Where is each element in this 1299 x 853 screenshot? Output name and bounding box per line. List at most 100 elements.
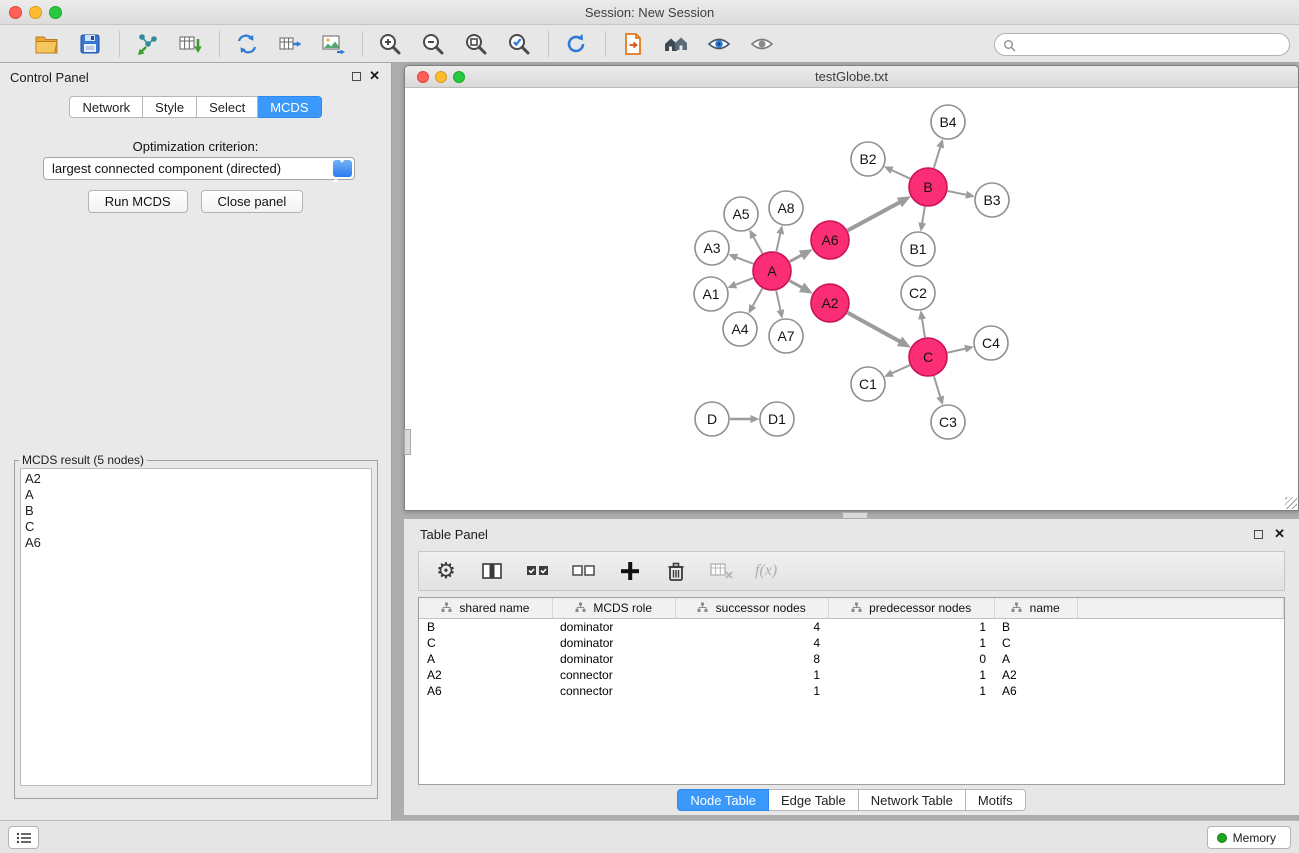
cell-successor-nodes[interactable]: 1 (675, 683, 828, 699)
export-image-button[interactable] (316, 28, 350, 60)
graph-node-C3[interactable]: C3 (931, 405, 965, 439)
run-mcds-button[interactable]: Run MCDS (88, 190, 188, 213)
table-row[interactable]: C dominator 4 1 C (419, 635, 1284, 651)
graph-edge-C-C2[interactable] (922, 319, 925, 338)
network-window-titlebar[interactable]: testGlobe.txt (405, 66, 1298, 88)
graph-edge-A-A3[interactable] (736, 257, 753, 264)
mcds-result-item[interactable]: A2 (21, 471, 371, 487)
zoom-out-button[interactable] (416, 28, 450, 60)
cell-shared-name[interactable]: A (419, 651, 552, 667)
cell-predecessor-nodes[interactable]: 1 (828, 683, 994, 699)
cell-successor-nodes[interactable]: 8 (675, 651, 828, 667)
export-table-button[interactable] (273, 28, 307, 60)
graph-node-A8[interactable]: A8 (769, 191, 803, 225)
close-panel-icon[interactable]: ✕ (1274, 526, 1285, 542)
deselect-all-button[interactable] (571, 558, 597, 584)
graph-node-D1[interactable]: D1 (760, 402, 794, 436)
graph-edge-A-A2[interactable] (790, 281, 802, 288)
criterion-dropdown[interactable]: largest connected component (directed) (43, 157, 355, 180)
save-session-button[interactable] (73, 28, 107, 60)
graph-edge-A-A4[interactable] (753, 289, 763, 307)
cell-name[interactable]: A (994, 651, 1077, 667)
table-row[interactable]: B dominator 4 1 B (419, 618, 1284, 635)
graph-edge-C-C4[interactable] (948, 349, 966, 353)
graph-edge-A2-C[interactable] (848, 313, 900, 342)
table-row[interactable]: A2 connector 1 1 A2 (419, 667, 1284, 683)
select-all-button[interactable] (525, 558, 551, 584)
splitter-handle[interactable] (842, 512, 868, 519)
graph-node-B1[interactable]: B1 (901, 232, 935, 266)
table-settings-button[interactable]: ⚙ (433, 558, 459, 584)
graph-node-D[interactable]: D (695, 402, 729, 436)
search-input[interactable] (1019, 35, 1281, 54)
delete-column-button[interactable] (663, 558, 689, 584)
graph-edge-A-A5[interactable] (753, 237, 762, 254)
cell-name[interactable]: B (994, 618, 1077, 635)
cell-successor-nodes[interactable]: 4 (675, 618, 828, 635)
tab-network-table[interactable]: Network Table (859, 789, 966, 811)
tab-style[interactable]: Style (143, 96, 197, 118)
column-header-successor-nodes[interactable]: successor nodes (675, 598, 828, 618)
close-panel-button[interactable]: Close panel (201, 190, 304, 213)
graph-node-C2[interactable]: C2 (901, 276, 935, 310)
cell-predecessor-nodes[interactable]: 1 (828, 635, 994, 651)
export-network-button[interactable] (230, 28, 264, 60)
home-button[interactable] (659, 28, 693, 60)
splitter-handle[interactable] (404, 429, 411, 455)
zoom-fit-button[interactable] (459, 28, 493, 60)
graph-edge-A-A6[interactable] (790, 255, 802, 261)
column-header-name[interactable]: name (994, 598, 1077, 618)
cell-mcds-role[interactable]: connector (552, 667, 675, 683)
graph-edge-B-B3[interactable] (948, 191, 967, 195)
graph-node-A6[interactable]: A6 (811, 221, 849, 259)
cell-shared-name[interactable]: A2 (419, 667, 552, 683)
cell-mcds-role[interactable]: dominator (552, 635, 675, 651)
column-header-mcds-role[interactable]: MCDS role (552, 598, 675, 618)
eye-button[interactable] (745, 28, 779, 60)
graph-edge-B-B1[interactable] (922, 207, 925, 224)
graph-node-C[interactable]: C (909, 338, 947, 376)
cell-predecessor-nodes[interactable]: 1 (828, 618, 994, 635)
cell-mcds-role[interactable]: connector (552, 683, 675, 699)
graph-edge-B-B4[interactable] (934, 147, 940, 168)
mcds-result-item[interactable]: C (21, 519, 371, 535)
zoom-selected-button[interactable] (502, 28, 536, 60)
graph-node-A1[interactable]: A1 (694, 277, 728, 311)
refresh-layout-button[interactable] (559, 28, 593, 60)
paint-details-button[interactable] (702, 28, 736, 60)
function-builder-button[interactable]: f(x) (755, 558, 777, 584)
cell-successor-nodes[interactable]: 1 (675, 667, 828, 683)
graph-node-A3[interactable]: A3 (695, 231, 729, 265)
table-row[interactable]: A6 connector 1 1 A6 (419, 683, 1284, 699)
graph-node-A[interactable]: A (753, 252, 791, 290)
show-panels-button[interactable] (8, 826, 39, 849)
network-graph[interactable]: B4B2BB3A8A5A6A3B1AA1C2A2A4A7C4CC1C3DD1 (405, 88, 1298, 510)
window-resize-grip-icon[interactable] (1285, 497, 1297, 509)
open-file-button[interactable] (616, 28, 650, 60)
cell-shared-name[interactable]: A6 (419, 683, 552, 699)
graph-edge-A-A8[interactable] (776, 233, 780, 251)
graph-edge-A6-B[interactable] (848, 202, 900, 230)
graph-edge-A-A7[interactable] (776, 291, 780, 311)
cell-name[interactable]: C (994, 635, 1077, 651)
network-canvas[interactable]: B4B2BB3A8A5A6A3B1AA1C2A2A4A7C4CC1C3DD1 (405, 88, 1298, 510)
cell-name[interactable]: A6 (994, 683, 1077, 699)
tab-motifs[interactable]: Motifs (966, 789, 1026, 811)
float-panel-icon[interactable] (352, 72, 361, 81)
tab-mcds[interactable]: MCDS (258, 96, 321, 118)
mcds-result-item[interactable]: A (21, 487, 371, 503)
column-header-shared-name[interactable]: shared name (419, 598, 552, 618)
zoom-in-button[interactable] (373, 28, 407, 60)
add-column-button[interactable] (617, 558, 643, 584)
graph-node-B[interactable]: B (909, 168, 947, 206)
table-row[interactable]: A dominator 8 0 A (419, 651, 1284, 667)
tab-network[interactable]: Network (69, 96, 143, 118)
graph-edge-C-C3[interactable] (934, 376, 940, 397)
graph-node-B4[interactable]: B4 (931, 105, 965, 139)
graph-node-A5[interactable]: A5 (724, 197, 758, 231)
mcds-result-item[interactable]: A6 (21, 535, 371, 551)
cell-predecessor-nodes[interactable]: 0 (828, 651, 994, 667)
cell-mcds-role[interactable]: dominator (552, 618, 675, 635)
import-table-button[interactable] (173, 28, 207, 60)
cell-mcds-role[interactable]: dominator (552, 651, 675, 667)
